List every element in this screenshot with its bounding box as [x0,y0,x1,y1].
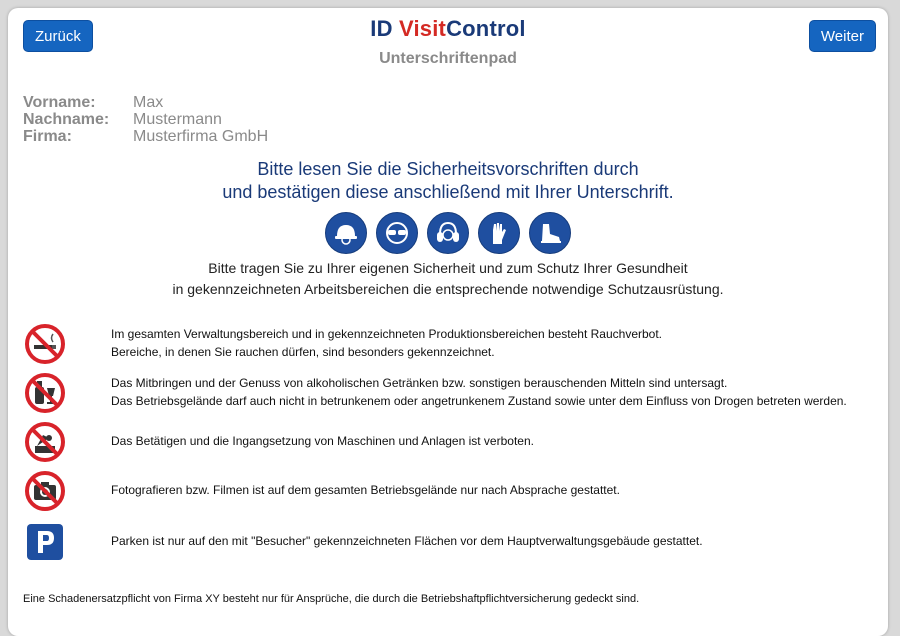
rule-no-photography: Fotografieren bzw. Filmen ist auf dem ge… [23,469,883,513]
intro-line-2: und bestätigen diese anschließend mit Ih… [222,182,674,202]
page-title: Unterschriftenpad [379,50,517,67]
rule-text-line-1: Das Betätigen und die Ingangsetzung von … [111,434,534,448]
ear-protection-icon [427,212,469,254]
liability-note: Eine Schadenersatzpflicht von Firma XY b… [23,593,640,605]
rule-text: Parken ist nur auf den mit "Besucher" ge… [111,532,703,550]
gloves-icon [478,212,520,254]
company-label: Firma: [23,128,72,145]
last-name-row: Nachname: Mustermann [23,111,268,128]
last-name-label: Nachname: [23,111,110,128]
rule-text: Das Mitbringen und der Genuss von alkoho… [111,374,847,410]
rule-text-line-2: Bereiche, in denen Sie rauchen dürfen, s… [111,345,495,359]
safety-boots-icon [529,212,571,254]
rule-no-smoking: Im gesamten Verwaltungsbereich und in ge… [23,322,883,366]
rule-text: Das Betätigen und die Ingangsetzung von … [111,432,534,450]
ppe-line-1: Bitte tragen Sie zu Ihrer eigenen Sicher… [208,260,688,276]
ppe-line-2: in gekennzeichneten Arbeitsbereichen die… [172,281,724,297]
rule-text-line-2: Das Betriebsgelände darf auch nicht in b… [111,394,847,408]
rule-text: Im gesamten Verwaltungsbereich und in ge… [111,325,662,361]
rule-text: Fotografieren bzw. Filmen ist auf dem ge… [111,481,620,499]
no-alcohol-icon [25,373,65,413]
rule-text-line-1: Das Mitbringen und der Genuss von alkoho… [111,376,728,390]
intro-text: Bitte lesen Sie die Sicherheitsvorschrif… [8,158,888,204]
logo-part-control: Control [446,16,526,41]
rule-text-line-1: Fotografieren bzw. Filmen ist auf dem ge… [111,483,620,497]
rule-no-alcohol: Das Mitbringen und der Genuss von alkoho… [23,371,883,415]
first-name-label: Vorname: [23,94,96,111]
parking-icon [27,524,63,560]
rule-no-machine-operation: Das Betätigen und die Ingangsetzung von … [23,420,883,464]
logo-part-visit: Visit [399,16,447,41]
safety-glasses-icon [376,212,418,254]
no-smoking-icon [25,324,65,364]
main-card: Zurück Weiter ID VisitControl Unterschri… [8,8,888,636]
last-name-value: Mustermann [133,111,222,128]
hard-hat-icon [325,212,367,254]
intro-line-1: Bitte lesen Sie die Sicherheitsvorschrif… [257,159,639,179]
company-value: Musterfirma GmbH [133,128,269,145]
rule-parking: Parken ist nur auf den mit "Besucher" ge… [23,520,883,564]
ppe-text: Bitte tragen Sie zu Ihrer eigenen Sicher… [8,258,888,300]
first-name-value: Max [133,94,164,111]
no-photography-icon [25,471,65,511]
app-logo: ID VisitControl [8,16,888,42]
ppe-icon-row [8,212,888,254]
company-row: Firma: Musterfirma GmbH [23,128,268,145]
no-machine-operation-icon [25,422,65,462]
rule-text-line-1: Parken ist nur auf den mit "Besucher" ge… [111,534,703,548]
rule-text-line-1: Im gesamten Verwaltungsbereich und in ge… [111,327,663,341]
first-name-row: Vorname: Max [23,94,268,111]
person-info: Vorname: Max Nachname: Mustermann Firma:… [23,94,268,145]
logo-part-id: ID [370,16,400,41]
